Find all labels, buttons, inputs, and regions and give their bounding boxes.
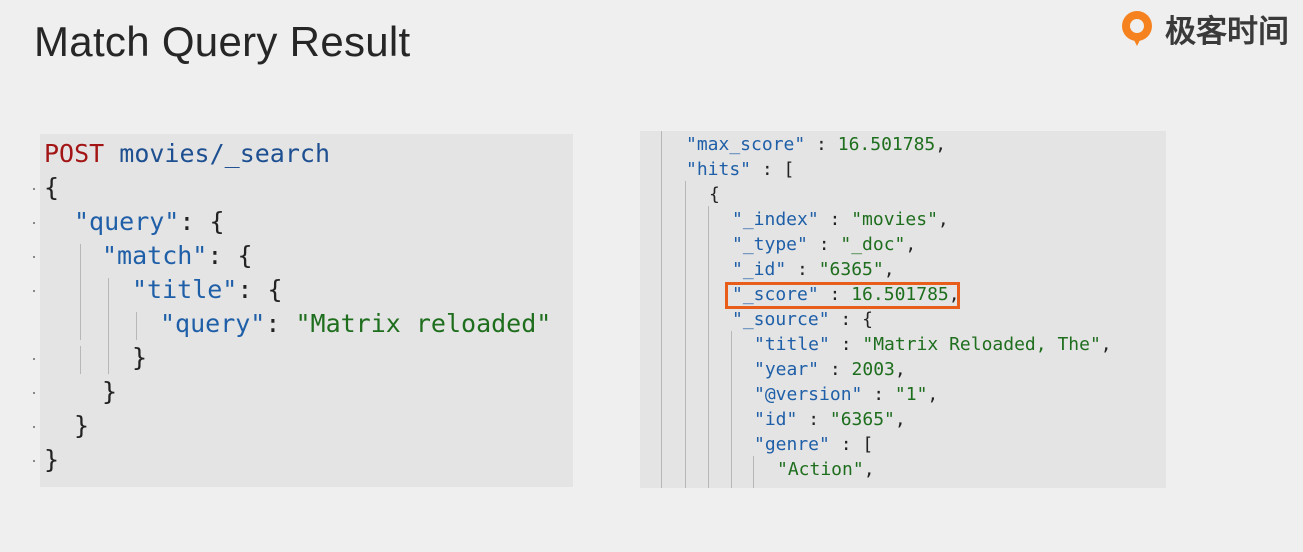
http-method: POST bbox=[44, 139, 105, 168]
request-line-6: "query": "Matrix reloaded" bbox=[160, 309, 552, 338]
response-line-hit-open: { bbox=[709, 184, 720, 205]
indent-guide bbox=[80, 346, 81, 374]
gutter-dot bbox=[33, 358, 35, 360]
response-line-source: "_source" : { bbox=[732, 309, 873, 330]
brand-name: 极客时间 bbox=[1165, 13, 1289, 50]
slide-title: Match Query Result bbox=[34, 18, 411, 65]
response-line-version: "@version" : "1", bbox=[754, 384, 939, 405]
gutter-dot bbox=[33, 256, 35, 258]
request-line-9: } bbox=[74, 411, 90, 440]
query-value: "Matrix reloaded" bbox=[295, 309, 552, 338]
indent-guide bbox=[108, 278, 109, 374]
indent-guide bbox=[685, 181, 686, 488]
response-code-panel: "max_score" : 16.501785, "hits" : [ { "_… bbox=[640, 131, 1166, 488]
indent-guide bbox=[731, 331, 732, 488]
response-line-genre-action: "Action", bbox=[777, 459, 875, 480]
response-line-title: "title" : "Matrix Reloaded, The", bbox=[754, 334, 1112, 355]
gutter-dot bbox=[33, 392, 35, 394]
indent-guide bbox=[80, 244, 81, 340]
gutter-dot bbox=[33, 426, 35, 428]
score-highlight-box bbox=[725, 282, 960, 309]
geekbang-logo-icon bbox=[1122, 11, 1152, 46]
request-path: movies/_search bbox=[119, 139, 330, 168]
response-line-type: "_type" : "_doc", bbox=[732, 234, 917, 255]
response-line-genre: "genre" : [ bbox=[754, 434, 874, 455]
match-key: "match" bbox=[102, 241, 208, 270]
indent-guide bbox=[753, 456, 754, 488]
request-code-panel: POST movies/_search { "query": { "match"… bbox=[40, 134, 573, 487]
response-line-hits: "hits" : [ bbox=[686, 159, 795, 180]
gutter-dot bbox=[33, 188, 35, 190]
request-line-2: { bbox=[44, 173, 60, 202]
indent-guide bbox=[708, 206, 709, 488]
brand-logo: 极客时间 bbox=[1117, 6, 1289, 50]
request-line-7: } bbox=[132, 343, 148, 372]
response-line-id: "_id" : "6365", bbox=[732, 259, 895, 280]
request-line-4: "match": { bbox=[102, 241, 253, 270]
request-line-10: } bbox=[44, 445, 60, 474]
query-key: "query" bbox=[74, 207, 180, 236]
inner-query-key: "query" bbox=[160, 309, 266, 338]
response-line-year: "year" : 2003, bbox=[754, 359, 906, 380]
title-key: "title" bbox=[132, 275, 238, 304]
gutter-dot bbox=[33, 460, 35, 462]
gutter-dot bbox=[33, 290, 35, 292]
request-line-8: } bbox=[102, 377, 118, 406]
indent-guide bbox=[661, 131, 662, 488]
gutter-dot bbox=[33, 222, 35, 224]
request-line-5: "title": { bbox=[132, 275, 283, 304]
indent-guide bbox=[136, 312, 137, 340]
request-line-1: POST movies/_search bbox=[44, 137, 330, 171]
response-line-source-id: "id" : "6365", bbox=[754, 409, 906, 430]
response-line-index: "_index" : "movies", bbox=[732, 209, 949, 230]
request-line-3: "query": { bbox=[74, 207, 225, 236]
response-line-max-score: "max_score" : 16.501785, bbox=[686, 134, 947, 155]
